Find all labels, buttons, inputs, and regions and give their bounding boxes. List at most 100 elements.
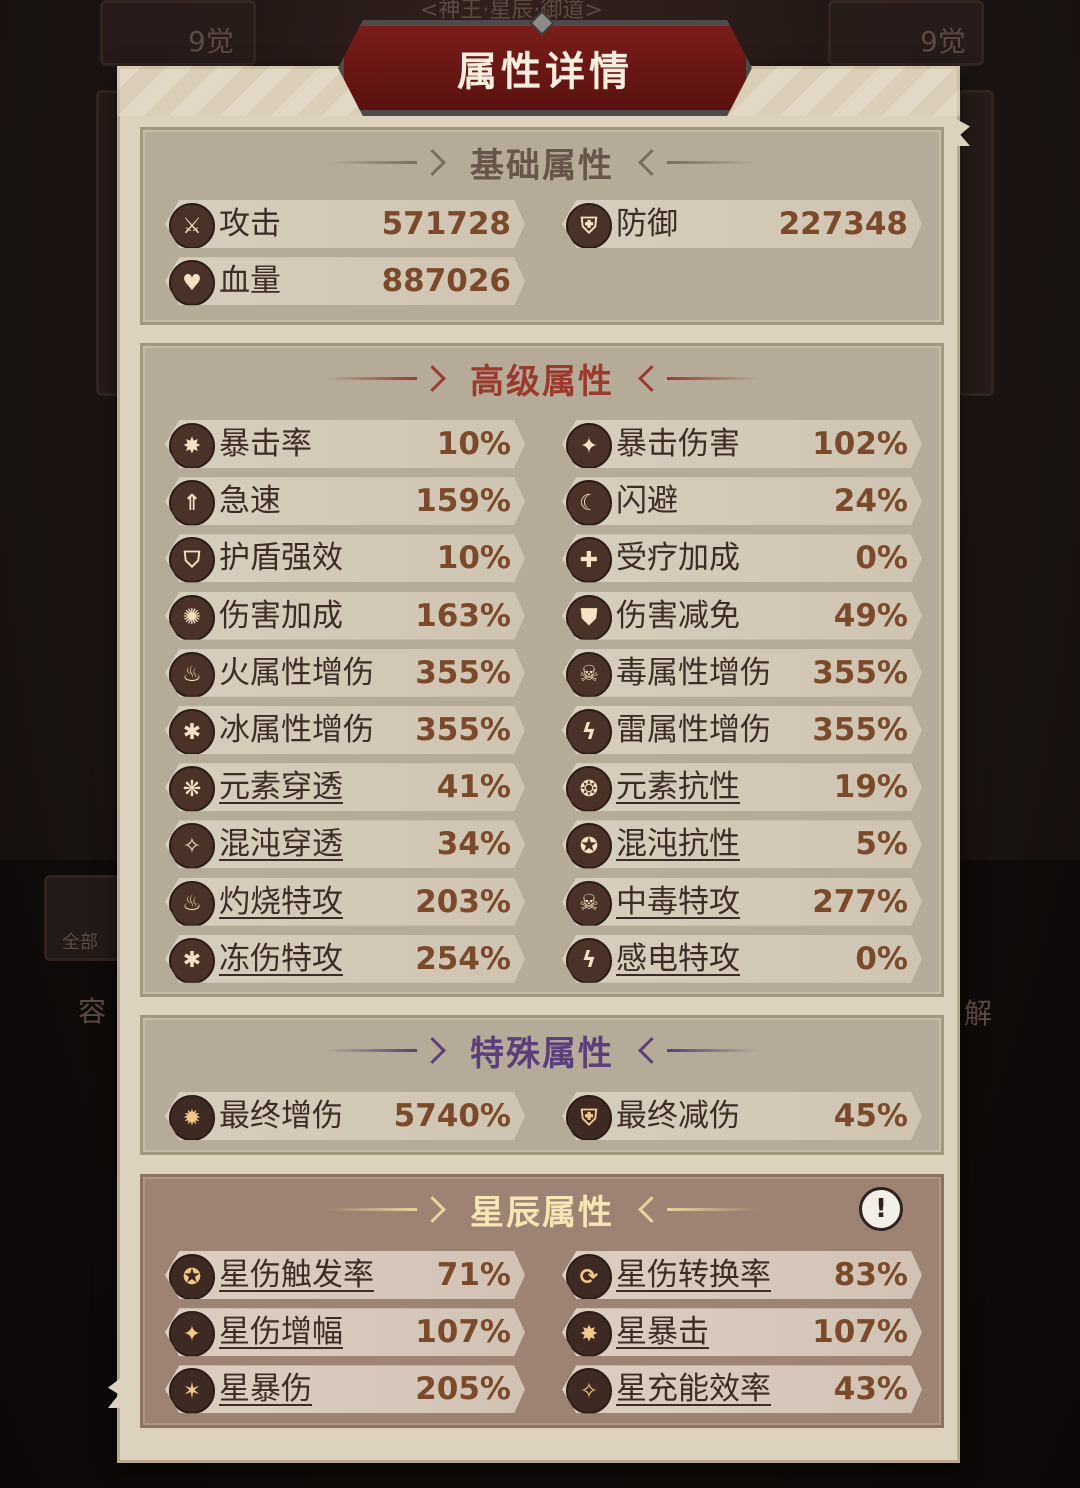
attribute-label: 毒属性增伤: [616, 654, 771, 691]
attribute-value: 71%: [436, 1257, 511, 1293]
attribute-row: ✦ 暴击伤害 102%: [562, 420, 922, 468]
attribute-label[interactable]: 星充能效率: [616, 1369, 771, 1409]
poison-attack-icon: ☠: [566, 880, 612, 926]
attribute-label[interactable]: 混沌抗性: [616, 824, 740, 864]
attribute-row: ✸ 暴击率 10%: [165, 420, 525, 468]
attribute-label: 护盾强效: [219, 540, 343, 577]
attribute-row: ⛊ 伤害减免 49%: [562, 591, 922, 640]
dodge-moon-icon: ☾: [566, 480, 612, 526]
attribute-label[interactable]: 感电特攻: [616, 939, 740, 979]
attribute-value: 102%: [812, 426, 908, 462]
attribute-value: 355%: [812, 654, 908, 691]
basic-section-title: 基础属性: [470, 145, 614, 186]
attribute-label[interactable]: 星伤增幅: [219, 1312, 343, 1352]
attribute-label[interactable]: 中毒特攻: [616, 882, 740, 922]
background-side-text-left: 容: [78, 995, 107, 1028]
star-info-icon[interactable]: !: [859, 1187, 903, 1231]
attribute-label[interactable]: 星伤触发率: [219, 1255, 374, 1295]
attribute-row: ✺ 伤害加成 163%: [165, 591, 525, 640]
attribute-row[interactable]: ❋ 元素穿透 41%: [165, 763, 525, 812]
poison-skull-icon: ☠: [566, 651, 612, 697]
attribute-value: 5%: [855, 826, 908, 863]
attribute-label: 防御: [616, 206, 678, 242]
attribute-label[interactable]: 星伤转换率: [616, 1255, 771, 1295]
attribute-row[interactable]: ⟳ 星伤转换率 83%: [562, 1251, 922, 1299]
attribute-row[interactable]: ❂ 元素抗性 19%: [562, 763, 922, 812]
final-damage-icon: ✹: [169, 1095, 215, 1140]
attribute-label: 冰属性增伤: [219, 712, 374, 748]
attribute-label: 最终增伤: [219, 1098, 343, 1134]
attribute-label[interactable]: 星暴击: [616, 1312, 709, 1352]
attribute-value: 107%: [812, 1314, 908, 1351]
shield-icon: ⛨: [566, 203, 612, 248]
attribute-value: 254%: [415, 940, 511, 977]
attribute-row[interactable]: ✧ 星充能效率 43%: [562, 1365, 922, 1414]
attribute-row[interactable]: ϟ 感电特攻 0%: [562, 934, 922, 983]
attribute-label: 暴击率: [219, 426, 312, 462]
basic-attributes-section: 基础属性 ⚔ 攻击 571728 ⛨ 防御 227348 ♥ 血量 887026: [140, 127, 944, 325]
burn-icon: ♨: [169, 880, 215, 926]
attribute-value: 205%: [415, 1371, 511, 1408]
attribute-value: 0%: [855, 940, 908, 977]
attribute-row[interactable]: ✱ 冻伤特攻 254%: [165, 934, 525, 983]
attribute-row: ⚔ 攻击 571728: [165, 200, 525, 248]
attribute-row[interactable]: ✶ 星暴伤 205%: [165, 1365, 525, 1414]
attribute-row: ✱ 冰属性增伤 355%: [165, 706, 525, 754]
attribute-value: 19%: [833, 769, 908, 806]
attribute-label: 暴击伤害: [616, 426, 740, 462]
attribute-label[interactable]: 冻伤特攻: [219, 939, 343, 979]
attribute-row[interactable]: ♨ 灼烧特攻 203%: [165, 877, 525, 926]
shock-icon: ϟ: [566, 937, 612, 983]
attribute-row[interactable]: ☠ 中毒特攻 277%: [562, 877, 922, 926]
sword-icon: ⚔: [169, 203, 215, 248]
special-section-title: 特殊属性: [470, 1033, 614, 1074]
background-side-text-right: 解: [964, 997, 993, 1030]
header-ornament-right: [636, 364, 757, 392]
attribute-label[interactable]: 混沌穿透: [219, 824, 343, 864]
attribute-value: 355%: [415, 654, 511, 691]
advanced-section-header: 高级属性: [143, 346, 941, 410]
star-attributes-section: 星辰属性 ! ✪ 星伤触发率 71% ⟳ 星伤转换率 83% ✦ 星伤增幅 107% ✸ 星暴击 10…: [140, 1174, 944, 1428]
final-reduction-icon: ⛨: [566, 1095, 612, 1140]
special-attributes-section: 特殊属性 ✹ 最终增伤 5740% ⛨ 最终减伤 45%: [140, 1015, 944, 1155]
star-convert-icon: ⟳: [566, 1254, 612, 1299]
advanced-attributes-section: 高级属性 ✸ 暴击率 10% ✦ 暴击伤害 102% ⇑ 急速 159% ☾ 闪避 24% ⛉ 护盾强效 1…: [140, 343, 944, 997]
attribute-value: 5740%: [393, 1098, 511, 1134]
attribute-row[interactable]: ✪ 星伤触发率 71%: [165, 1251, 525, 1299]
header-ornament-left: [327, 1036, 448, 1064]
attribute-row[interactable]: ✧ 混沌穿透 34%: [165, 820, 525, 869]
attribute-value: 571728: [381, 206, 511, 242]
special-section-header: 特殊属性: [143, 1018, 941, 1082]
attribute-label[interactable]: 元素穿透: [219, 767, 343, 807]
attribute-label: 血量: [219, 263, 281, 300]
header-ornament-left: [327, 364, 448, 392]
advanced-section-title: 高级属性: [470, 361, 614, 402]
header-ornament-right: [636, 1036, 757, 1064]
frostbite-icon: ✱: [169, 937, 215, 983]
attribute-value: 10%: [436, 426, 511, 462]
attribute-value: 887026: [381, 263, 511, 300]
lightning-icon: ϟ: [566, 709, 612, 754]
attribute-row: ⛨ 防御 227348: [562, 200, 922, 248]
shield-boost-icon: ⛉: [169, 537, 215, 583]
attribute-row: ✹ 最终增伤 5740%: [165, 1092, 525, 1140]
attribute-value: 107%: [415, 1314, 511, 1351]
attribute-value: 355%: [415, 712, 511, 748]
star-section-title: 星辰属性: [470, 1192, 614, 1233]
attribute-label[interactable]: 元素抗性: [616, 767, 740, 807]
dialog-title-plate: 属性详情: [338, 20, 752, 116]
attribute-row[interactable]: ✸ 星暴击 107%: [562, 1308, 922, 1357]
star-section-header: 星辰属性: [143, 1177, 941, 1241]
attribute-label: 伤害加成: [219, 597, 343, 634]
attribute-label[interactable]: 星暴伤: [219, 1369, 312, 1409]
star-trigger-icon: ✪: [169, 1254, 215, 1299]
header-ornament-right: [636, 1195, 757, 1223]
attribute-label[interactable]: 灼烧特攻: [219, 882, 343, 922]
attribute-row[interactable]: ✪ 混沌抗性 5%: [562, 820, 922, 869]
star-crit-damage-icon: ✶: [169, 1368, 215, 1414]
attribute-value: 203%: [415, 883, 511, 920]
attribute-row: ⛨ 最终减伤 45%: [562, 1092, 922, 1140]
attribute-row[interactable]: ✦ 星伤增幅 107%: [165, 1308, 525, 1357]
attribute-row: ✚ 受疗加成 0%: [562, 534, 922, 583]
attribute-label: 火属性增伤: [219, 654, 374, 691]
